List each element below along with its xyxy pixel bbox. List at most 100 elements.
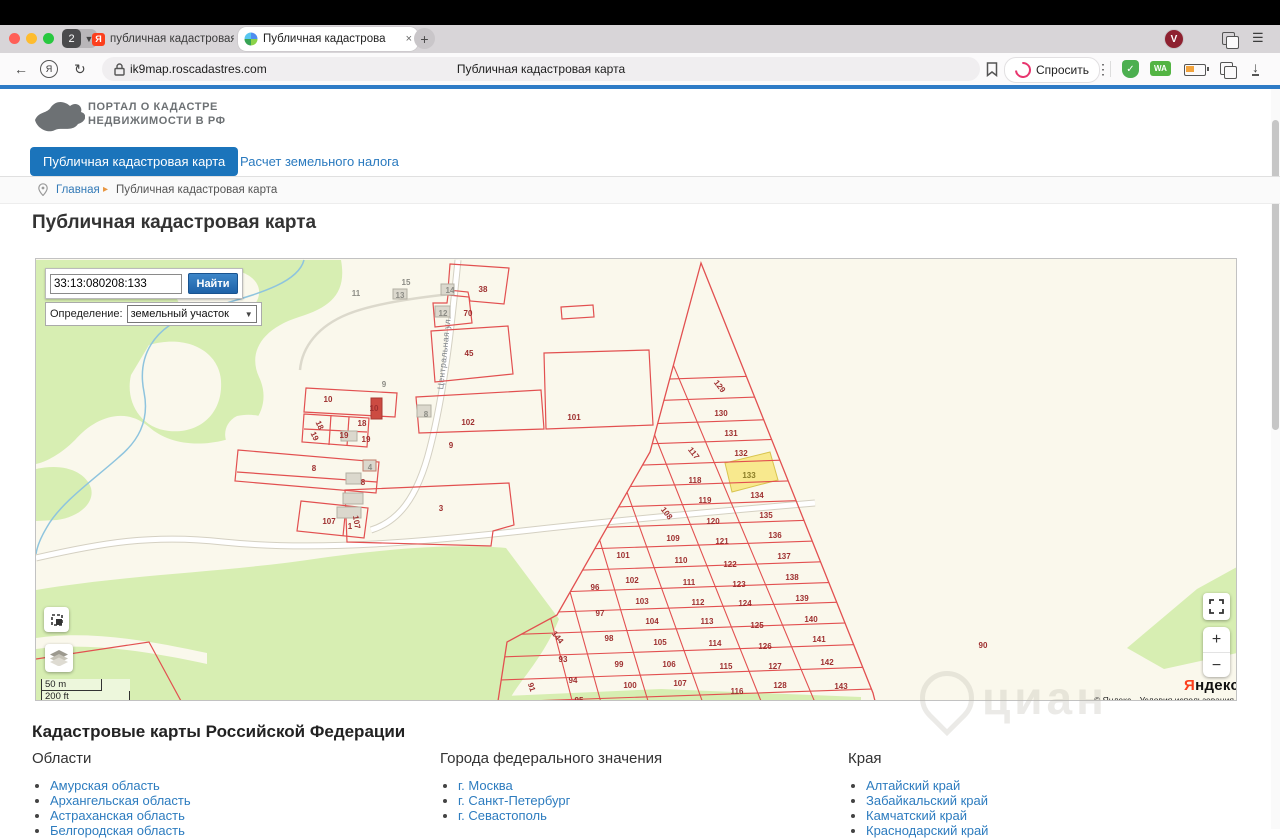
svg-text:19: 19 [340,431,349,440]
region-link[interactable]: г. Москва [458,778,513,793]
list-item: Алтайский край [866,779,988,793]
svg-text:106: 106 [662,660,676,669]
svg-text:121: 121 [715,537,729,546]
cadastral-number-input[interactable] [50,274,182,294]
zoom-out-button[interactable]: − [1203,652,1230,678]
region-link[interactable]: Амурская область [50,778,160,793]
svg-text:95: 95 [575,696,584,700]
window-close-button[interactable] [9,33,20,44]
ask-button[interactable]: Спросить [1004,57,1100,83]
yandex-services-button[interactable]: Я [40,60,58,78]
menu-icon[interactable]: ☰ [1252,30,1264,46]
svg-text:102: 102 [461,418,475,427]
region-link[interactable]: Архангельская область [50,793,191,808]
svg-text:132: 132 [734,449,748,458]
ask-label: Спросить [1036,63,1089,77]
footer-heading: Кадастровые карты Российской Федерации [32,722,405,742]
region-link[interactable]: г. Санкт-Петербург [458,793,570,808]
watermark-pin-icon [909,660,985,736]
svg-text:97: 97 [596,609,605,618]
breadcrumb-home-link[interactable]: Главная [56,184,100,196]
svg-text:38: 38 [479,285,488,294]
list-item: г. Севастополь [458,809,662,823]
region-link[interactable]: Камчатский край [866,808,967,823]
region-link[interactable]: Забайкальский край [866,793,988,808]
svg-text:100: 100 [623,681,637,690]
bookmark-icon[interactable] [986,62,998,77]
nav-tab-public-map[interactable]: Публичная кадастровая карта [30,147,238,176]
divider [1110,61,1111,77]
scale-meters: 50 m [42,679,102,691]
svg-text:19: 19 [362,435,371,444]
measure-tool-button[interactable] [44,607,69,632]
active-tab[interactable]: Публичная кадастрова × [238,27,418,51]
background-tab[interactable]: Я публичная кадастровая к [92,29,234,49]
svg-text:93: 93 [559,655,568,664]
address-bar[interactable]: ik9map.roscadastres.com Публичная кадаст… [102,57,980,81]
svg-text:139: 139 [795,594,809,603]
svg-text:9: 9 [382,380,387,389]
svg-text:143: 143 [834,682,848,691]
new-tab-button[interactable]: + [414,28,435,49]
battery-saver-icon[interactable] [1184,64,1206,76]
scale-bar: 50 m 200 ft [41,679,130,701]
site-logo-text: НЕДВИЖИМОСТИ В РФ [88,115,226,127]
svg-text:136: 136 [768,531,782,540]
list-item: Астраханская область [50,809,191,823]
region-link[interactable]: Краснодарский край [866,823,988,838]
watermark: циан [920,662,1180,734]
svg-text:138: 138 [785,573,799,582]
list-item: Белгородская область [50,824,191,838]
more-options-icon[interactable]: ⋮ [1096,61,1110,78]
svg-text:107: 107 [322,517,336,526]
close-tab-icon[interactable]: × [406,33,412,45]
svg-text:12: 12 [439,309,448,318]
list-item: г. Москва [458,779,662,793]
footer-column: ОбластиАмурская областьАрхангельская обл… [32,750,191,839]
footer-column-title: Края [848,750,988,767]
whatsapp-extension-icon[interactable]: WA [1150,61,1171,76]
zoom-in-button[interactable]: + [1203,627,1230,652]
download-icon[interactable]: ↓ [1252,61,1259,76]
region-link[interactable]: Белгородская область [50,823,185,838]
definition-panel: Определение: земельный участок ▼ [45,302,262,326]
profile-badge[interactable]: V [1164,29,1184,49]
svg-text:140: 140 [804,615,818,624]
window-minimize-button[interactable] [26,33,37,44]
list-item: Амурская область [50,779,191,793]
svg-text:115: 115 [720,662,733,671]
region-link[interactable]: г. Севастополь [458,808,547,823]
fullscreen-button[interactable] [1203,593,1230,620]
back-button[interactable]: ← [14,61,28,77]
definition-select[interactable]: земельный участок ▼ [127,305,257,323]
ruler-icon [50,613,64,627]
window-zoom-button[interactable] [43,33,54,44]
svg-text:118: 118 [689,476,702,485]
svg-text:1: 1 [348,522,353,531]
region-link[interactable]: Алтайский край [866,778,960,793]
search-button[interactable]: Найти [188,273,238,294]
svg-text:113: 113 [701,617,714,626]
tab-groups-icon[interactable] [1222,32,1235,45]
collections-icon[interactable] [1220,62,1233,75]
layers-button[interactable] [45,644,73,672]
tab-count-badge: 2 [62,29,81,48]
macos-menubar [0,0,1280,25]
site-logo-text: ПОРТАЛ О КАДАСТРЕ [88,101,218,113]
nav-tab-land-tax[interactable]: Расчет земельного налога [228,147,411,176]
yandex-logo[interactable]: Яндекс [1184,677,1237,694]
definition-value: земельный участок [131,308,229,320]
yandex-favicon: Я [92,33,105,46]
region-link[interactable]: Астраханская область [50,808,185,823]
svg-text:133: 133 [742,471,756,480]
layers-icon [50,650,68,666]
cadastral-map[interactable]: Центральная ул.3870451029101101018191988… [35,258,1237,701]
svg-text:125: 125 [750,621,764,630]
adblock-shield-icon[interactable]: ✓ [1122,60,1139,78]
svg-text:90: 90 [979,641,988,650]
breadcrumb: Главная ▸ Публичная кадастровая карта [0,177,1280,204]
svg-text:124: 124 [738,599,752,608]
fullscreen-icon [1209,599,1224,614]
alice-icon [1012,59,1035,82]
reload-button[interactable]: ↻ [74,61,86,78]
